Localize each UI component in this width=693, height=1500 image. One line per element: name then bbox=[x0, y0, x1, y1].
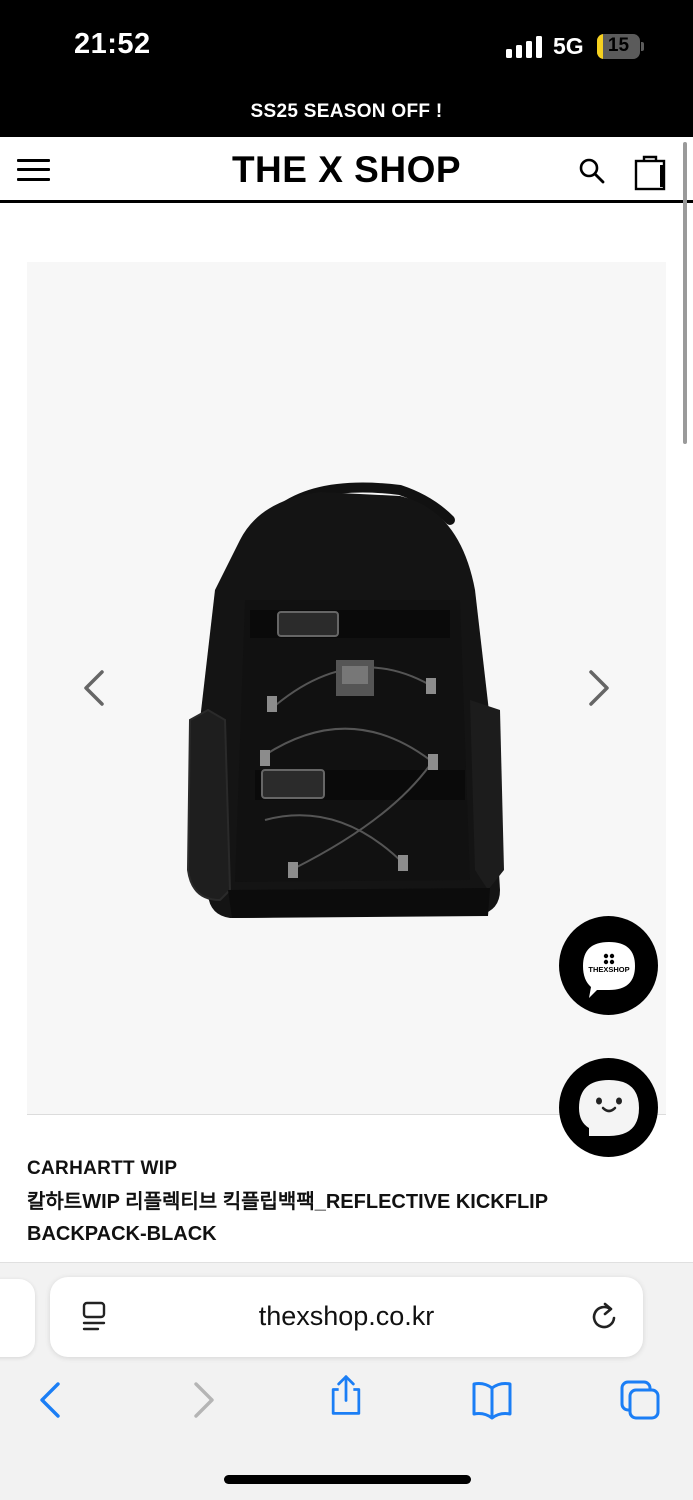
previous-tab-preview[interactable] bbox=[0, 1279, 35, 1357]
chevron-right-icon[interactable] bbox=[583, 668, 613, 708]
status-time: 21:52 bbox=[74, 28, 151, 60]
browser-toolbar: thexshop.co.kr bbox=[0, 1262, 693, 1500]
status-bar: 21:52 5G 15 bbox=[0, 0, 693, 92]
shopping-bag-icon[interactable] bbox=[634, 153, 666, 191]
site-header: THE X SHOP bbox=[0, 137, 693, 203]
chatbot-button[interactable] bbox=[559, 1058, 658, 1157]
battery-icon: 15 bbox=[597, 34, 644, 59]
address-bar[interactable]: thexshop.co.kr bbox=[50, 1277, 643, 1357]
promo-banner[interactable]: SS25 SEASON OFF ! bbox=[0, 92, 693, 137]
bookmarks-book-icon[interactable] bbox=[470, 1378, 514, 1422]
kakao-chat-button[interactable]: THEXSHOP bbox=[559, 916, 658, 1015]
url-text[interactable]: thexshop.co.kr bbox=[50, 1301, 643, 1332]
signal-strength-icon bbox=[506, 36, 544, 58]
speech-bubble-icon: THEXSHOP bbox=[583, 942, 635, 998]
product-name: 칼하트WIP 리플렉티브 킥플립백팩_REFLECTIVE KICKFLIP B… bbox=[27, 1191, 548, 1245]
chatbot-face-icon bbox=[579, 1080, 639, 1136]
home-indicator[interactable] bbox=[224, 1475, 471, 1484]
product-brand[interactable]: CARHARTT WIP bbox=[27, 1158, 177, 1180]
backpack-image bbox=[186, 482, 504, 918]
network-type: 5G bbox=[553, 33, 584, 59]
forward-chevron-icon[interactable] bbox=[180, 1378, 224, 1422]
back-chevron-icon[interactable] bbox=[30, 1378, 74, 1422]
battery-level: 15 bbox=[607, 35, 630, 56]
page-scrollbar[interactable] bbox=[683, 142, 687, 444]
share-icon[interactable] bbox=[324, 1373, 368, 1417]
reload-icon[interactable] bbox=[588, 1301, 620, 1333]
hamburger-menu-icon[interactable] bbox=[17, 159, 50, 181]
chat-brand-label: THEXSHOP bbox=[588, 965, 629, 974]
tabs-icon[interactable] bbox=[618, 1378, 662, 1422]
chevron-left-icon[interactable] bbox=[80, 668, 110, 708]
page: 21:52 5G 15 SS25 SEASON OFF ! THE X SHOP bbox=[0, 0, 693, 1500]
search-icon[interactable] bbox=[578, 157, 606, 185]
